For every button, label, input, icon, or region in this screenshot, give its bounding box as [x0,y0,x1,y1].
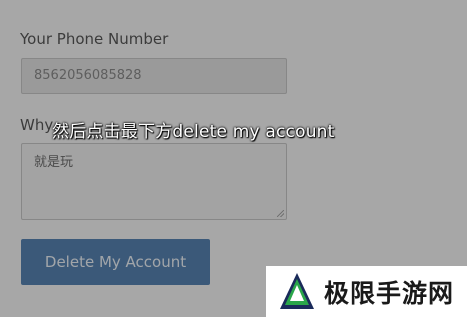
site-watermark: 极限手游网 [266,266,467,317]
video-subtitle: 然后点击最下方delete my account [52,122,335,142]
triangle-logo-icon [280,272,314,309]
watermark-text: 极限手游网 [324,278,455,308]
